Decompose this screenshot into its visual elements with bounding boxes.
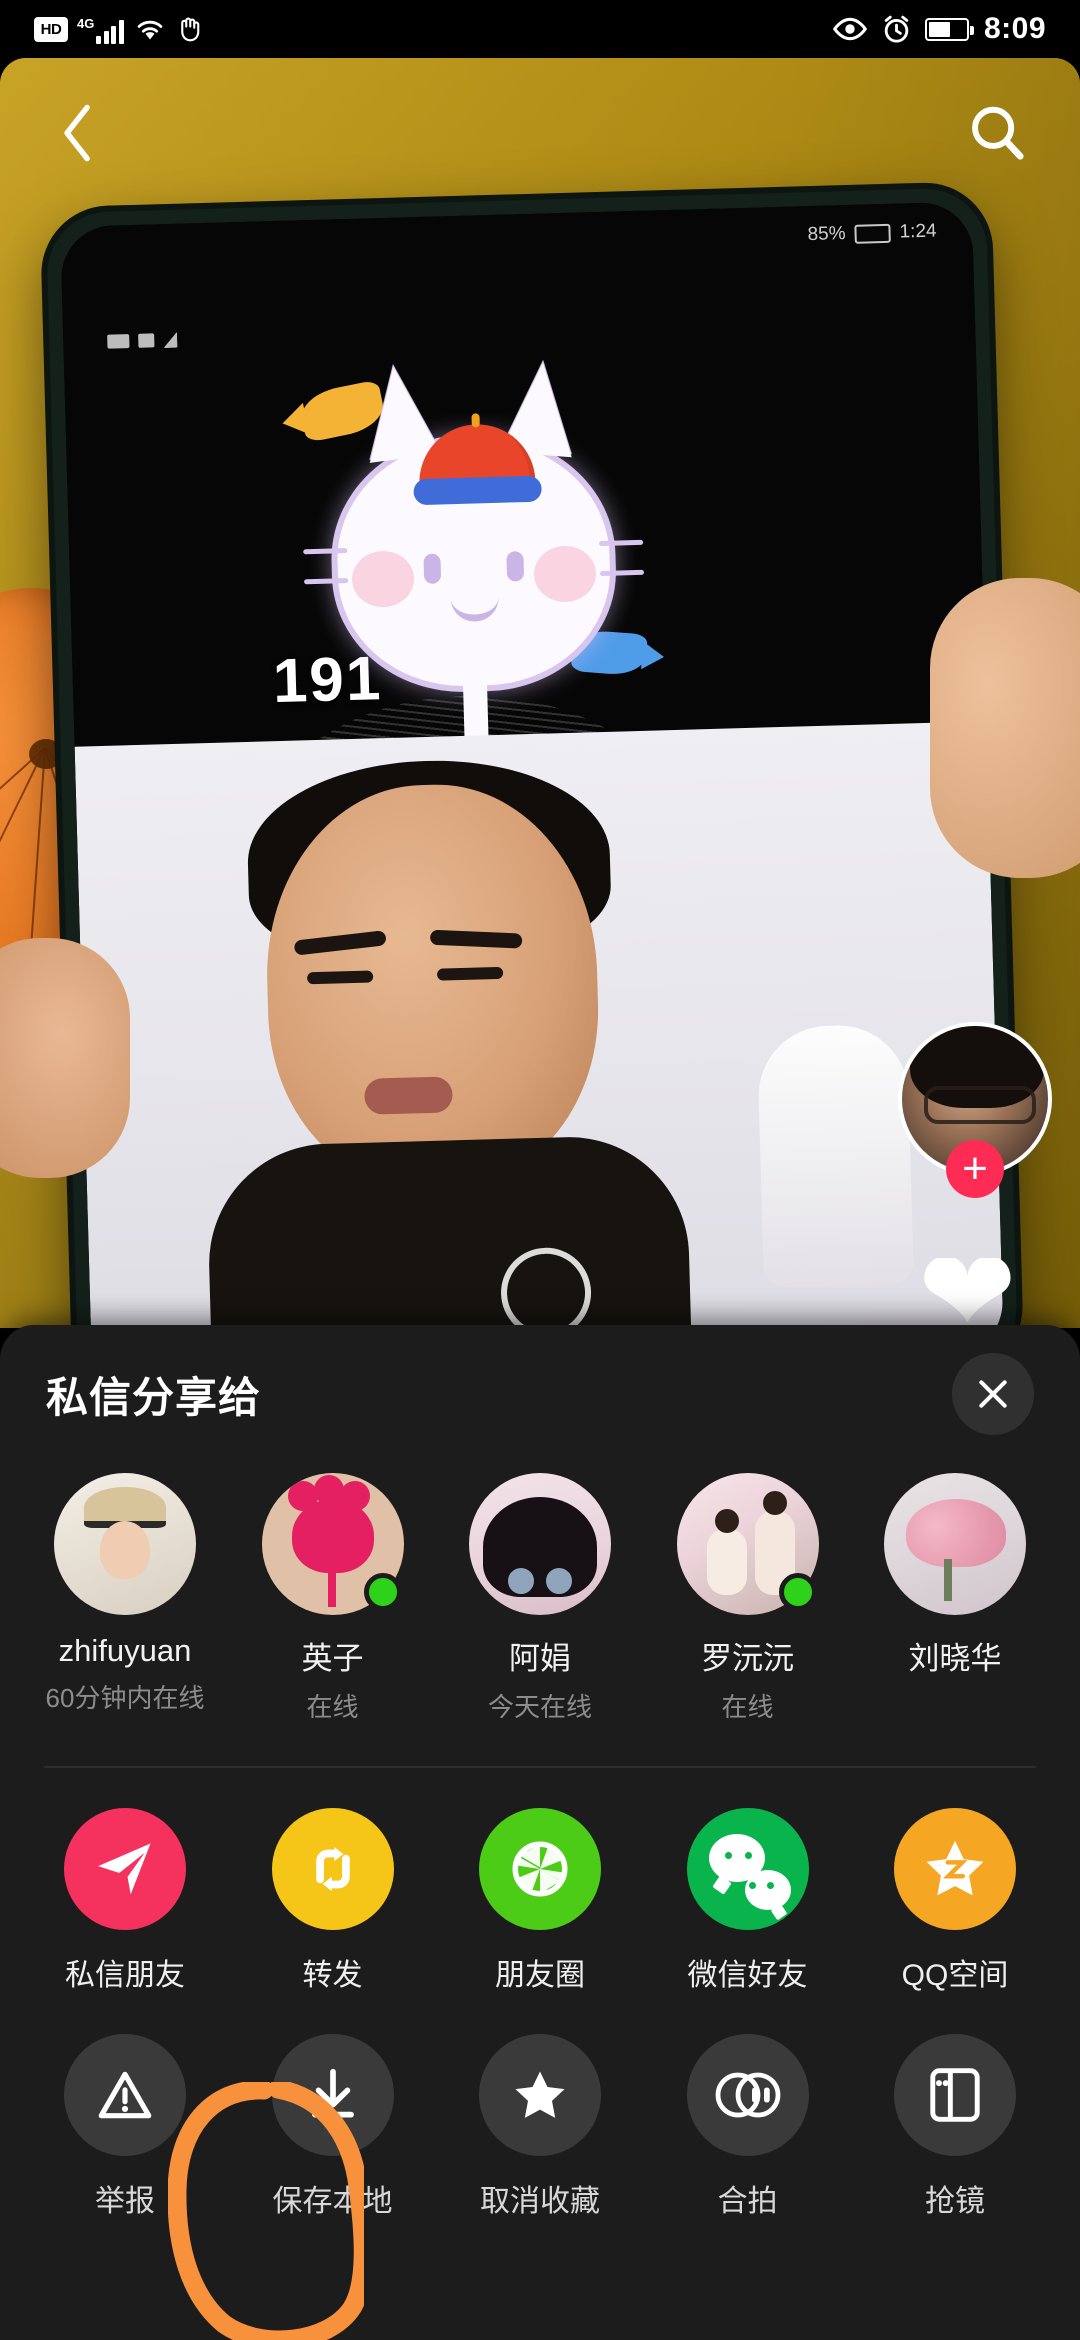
contact-name: zhifuyuan xyxy=(58,1633,192,1668)
status-bar: HD 4G 8:09 xyxy=(0,0,1080,58)
contact-name: 阿娟 xyxy=(509,1641,571,1676)
qzone-star-icon xyxy=(894,1808,1016,1930)
contact-avatar xyxy=(884,1473,1026,1615)
contacts-row: zhifuyuan 60分钟内在线 英子 在线 阿娟 今天在线 罗沅沅 在线 刘… xyxy=(0,1473,1080,1724)
tool-action-label: 举报 xyxy=(95,2185,155,2218)
tool-action-save-local[interactable]: 保存本地 xyxy=(244,2034,422,2220)
contact-item[interactable]: 罗沅沅 在线 xyxy=(659,1473,837,1724)
download-icon xyxy=(271,2034,394,2156)
hand-right xyxy=(930,578,1080,878)
video-overlay-number: 191 xyxy=(271,644,384,717)
inner-battery-percent: 85% xyxy=(807,223,846,246)
search-button[interactable] xyxy=(962,98,1032,168)
status-bar-left: HD 4G xyxy=(34,14,206,44)
tool-action-label: 合拍 xyxy=(717,2185,778,2218)
phone-screen: 85% 1:24 191 xyxy=(60,201,1004,1328)
inner-battery-icon xyxy=(854,223,891,244)
contact-name: 罗沅沅 xyxy=(701,1641,794,1676)
search-icon xyxy=(972,106,1024,160)
contact-item[interactable]: zhifuyuan 60分钟内在线 xyxy=(36,1473,214,1724)
contact-avatar-wrap xyxy=(469,1473,611,1615)
close-button[interactable] xyxy=(952,1353,1034,1435)
chevron-left-icon xyxy=(64,104,90,162)
contact-avatar xyxy=(54,1473,196,1615)
hand-icon xyxy=(181,17,200,42)
hd-badge: HD xyxy=(34,16,68,42)
author-avatar-follow[interactable]: + xyxy=(898,1022,1052,1198)
phone-in-video: 85% 1:24 191 xyxy=(45,187,1019,1328)
tool-action-label: 取消收藏 xyxy=(480,2185,600,2218)
contact-item[interactable]: 英子 在线 xyxy=(244,1473,422,1724)
share-action-qzone[interactable]: QQ空间 xyxy=(866,1808,1044,1994)
contact-item[interactable]: 刘晓华 xyxy=(866,1473,1044,1724)
video-top-bar xyxy=(0,58,1080,208)
network-type-label: 4G xyxy=(77,16,95,31)
wechat-icon xyxy=(686,1808,809,1930)
duet-circles-icon xyxy=(686,2034,809,2156)
contact-avatar-wrap xyxy=(884,1473,1026,1615)
contact-avatar xyxy=(469,1473,611,1615)
share-action-wechat-friend[interactable]: 微信好友 xyxy=(659,1808,837,1994)
share-sheet-header: 私信分享给 xyxy=(0,1325,1080,1463)
inner-phone-left-icons xyxy=(107,332,177,350)
share-action-label: QQ空间 xyxy=(901,1959,1009,1992)
share-action-repost[interactable]: 转发 xyxy=(244,1808,422,1994)
share-action-moments[interactable]: 朋友圈 xyxy=(451,1808,629,1994)
tool-action-label: 保存本地 xyxy=(272,2185,393,2218)
cat-sticker xyxy=(303,360,645,759)
tool-action-report[interactable]: 举报 xyxy=(36,2034,214,2220)
warning-triangle-icon xyxy=(64,2034,186,2156)
online-dot xyxy=(778,1573,817,1611)
share-action-direct-message[interactable]: 私信朋友 xyxy=(36,1808,214,1994)
battery-icon xyxy=(924,17,974,41)
contact-status: 今天在线 xyxy=(487,1692,592,1722)
tool-action-uncollect[interactable]: 取消收藏 xyxy=(451,2034,629,2220)
share-actions-row: 私信朋友 转发 朋友圈 微信好友 QQ空间 xyxy=(0,1808,1080,1994)
cellular-signal: 4G xyxy=(77,14,124,44)
alarm-clock-icon xyxy=(884,15,909,43)
signal-bars-icon xyxy=(96,20,124,44)
share-action-label: 私信朋友 xyxy=(65,1959,185,1992)
contact-avatar-wrap xyxy=(261,1473,404,1615)
clock-time: 8:09 xyxy=(983,12,1046,45)
back-button[interactable] xyxy=(48,103,108,163)
close-icon xyxy=(979,1380,1007,1408)
follow-button[interactable]: + xyxy=(946,1140,1004,1198)
aperture-icon xyxy=(479,1808,601,1930)
inner-clock: 1:24 xyxy=(899,220,937,243)
status-bar-right: 8:09 xyxy=(832,12,1046,46)
contact-avatar-wrap xyxy=(54,1473,196,1615)
tool-action-label: 抢镜 xyxy=(925,2185,985,2218)
tool-actions-row: 举报 保存本地 取消收藏 合拍 抢镜 xyxy=(0,2034,1080,2220)
paper-plane-icon xyxy=(64,1808,186,1930)
share-action-label: 转发 xyxy=(302,1959,363,1992)
inner-phone-status-bar: 85% 1:24 xyxy=(807,220,937,246)
react-phone-icon xyxy=(894,2034,1016,2156)
share-sheet: 私信分享给 zhifuyuan 60分钟内在线 英子 在线 阿娟 今天在线 罗沅… xyxy=(0,1325,1080,2340)
contact-avatar-wrap xyxy=(676,1473,819,1615)
sheet-divider xyxy=(44,1766,1036,1768)
hand-left xyxy=(0,938,130,1178)
wifi-icon xyxy=(137,20,163,40)
contact-name: 英子 xyxy=(301,1641,364,1676)
tool-action-react[interactable]: 抢镜 xyxy=(866,2034,1044,2220)
star-icon xyxy=(479,2034,601,2156)
eye-icon xyxy=(832,17,867,41)
video-room-region xyxy=(74,721,1004,1328)
contact-item[interactable]: 阿娟 今天在线 xyxy=(451,1473,629,1724)
repost-arrows-icon xyxy=(271,1808,394,1930)
contact-status: 60分钟内在线 xyxy=(45,1683,205,1713)
person-torso xyxy=(205,1133,695,1328)
tool-action-duet[interactable]: 合拍 xyxy=(659,2034,837,2220)
contact-name: 刘晓华 xyxy=(908,1641,1002,1676)
share-action-label: 朋友圈 xyxy=(495,1959,585,1992)
online-dot xyxy=(363,1573,402,1611)
contact-status: 在线 xyxy=(306,1692,359,1722)
share-action-label: 微信好友 xyxy=(687,1959,808,1992)
contact-status: 在线 xyxy=(721,1692,774,1722)
held-object xyxy=(756,1023,914,1288)
heart-icon[interactable]: ❤ xyxy=(918,1258,1034,1330)
share-sheet-title: 私信分享给 xyxy=(46,1373,262,1421)
